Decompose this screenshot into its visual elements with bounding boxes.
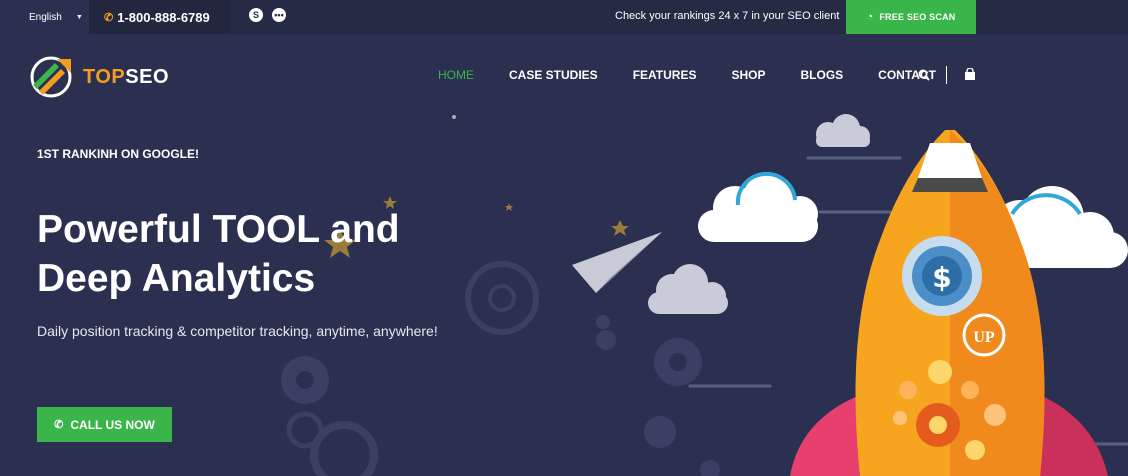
gauge-icon: ◔ xyxy=(866,11,874,23)
search-icon[interactable] xyxy=(918,69,930,81)
language-label: English xyxy=(29,11,62,23)
language-selector[interactable]: English ▼ xyxy=(0,0,89,34)
site-logo[interactable]: TOPSEO xyxy=(29,55,169,99)
logo-text: TOPSEO xyxy=(83,65,170,88)
free-seo-scan-button[interactable]: ◔ FREE SEO SCAN xyxy=(846,0,976,34)
nav-home[interactable]: HOME xyxy=(438,68,474,82)
chevron-down-icon: ▼ xyxy=(75,13,83,21)
phone-icon: ✆ xyxy=(104,11,114,24)
logo-icon xyxy=(30,56,72,98)
call-button-label: CALL US NOW xyxy=(70,417,155,432)
nav-features[interactable]: FEATURES xyxy=(633,68,697,82)
shopping-bag-icon[interactable] xyxy=(964,68,976,80)
phone-label: 1-800-888-6789 xyxy=(117,9,210,25)
headline-line-1: Powerful TOOL and xyxy=(37,208,400,251)
topbar-tagline: Check your rankings 24 x 7 in your SEO c… xyxy=(615,10,840,22)
top-bar: English ▼ ✆ 1-800-888-6789 S ••• Check y… xyxy=(0,0,1128,34)
nav-blogs[interactable]: BLOGS xyxy=(800,68,843,82)
paper-plane xyxy=(572,232,662,293)
headline-line-2: Deep Analytics xyxy=(37,257,316,300)
scan-button-label: FREE SEO SCAN xyxy=(879,12,956,22)
main-nav: HOME CASE STUDIES FEATURES SHOP BLOGS CO… xyxy=(438,68,971,82)
social-links: S ••• xyxy=(249,8,286,22)
nav-shop[interactable]: SHOP xyxy=(731,68,765,82)
hero-eyebrow: 1ST RANKINH ON GOOGLE! xyxy=(37,147,200,161)
hero-headline: Powerful TOOL and Deep Analytics xyxy=(37,205,400,303)
chat-icon[interactable]: ••• xyxy=(272,8,286,22)
nav-divider xyxy=(946,66,947,84)
phone-number[interactable]: ✆ 1-800-888-6789 xyxy=(89,0,231,34)
svg-text:$: $ xyxy=(932,261,951,294)
call-us-now-button[interactable]: ✆ CALL US NOW xyxy=(37,407,172,442)
nav-case-studies[interactable]: CASE STUDIES xyxy=(509,68,598,82)
hero-subtitle: Daily position tracking & competitor tra… xyxy=(37,323,438,339)
phone-icon: ✆ xyxy=(54,419,64,431)
rocket: $ UP xyxy=(790,130,1108,476)
skype-icon[interactable]: S xyxy=(249,8,263,22)
svg-text:UP: UP xyxy=(973,329,995,346)
